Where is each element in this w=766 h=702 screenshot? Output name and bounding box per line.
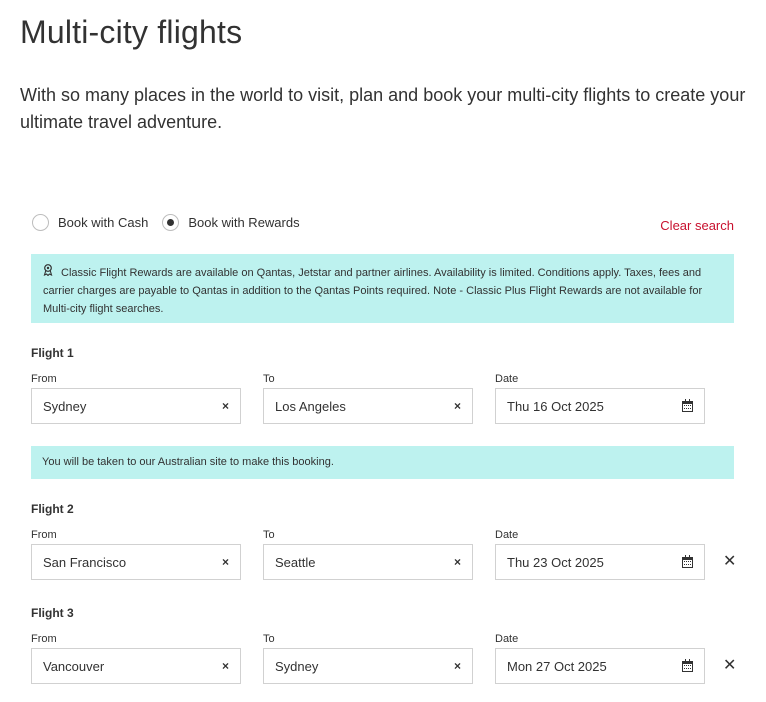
flight-2-date-field[interactable]: Thu 23 Oct 2025 [495,544,705,580]
clear-icon[interactable]: × [222,555,229,569]
book-with-cash-option[interactable]: Book with Cash [32,214,148,231]
flight-3-from-field[interactable]: Vancouver × [31,648,241,684]
flight-1-date-value: Thu 16 Oct 2025 [507,398,604,414]
clear-icon[interactable]: × [222,399,229,413]
calendar-icon[interactable] [682,658,693,672]
remove-flight-2-button[interactable]: ✕ [723,554,736,570]
flight-1-from-value: Sydney [43,398,87,414]
flight-2-to-value: Seattle [275,554,316,570]
flight-3-from-label: From [31,633,57,645]
flight-1-from-label: From [31,373,57,385]
flight-2-to-field[interactable]: Seattle × [263,544,473,580]
flight-3-to-label: To [263,633,275,645]
flight-2-from-field[interactable]: San Francisco × [31,544,241,580]
flight-2-from-value: San Francisco [43,554,127,570]
flight-3-to-value: Sydney [275,658,319,674]
book-with-rewards-label: Book with Rewards [188,215,300,230]
flight-3-date-label: Date [495,633,519,645]
flight-2-title: Flight 2 [31,502,74,516]
flight-3-from-value: Vancouver [43,658,105,674]
clear-icon[interactable]: × [454,555,461,569]
flight-2-date-value: Thu 23 Oct 2025 [507,554,604,570]
calendar-icon[interactable] [682,398,693,412]
flight-2-date-label: Date [495,529,519,541]
flight-3-title: Flight 3 [31,606,74,620]
book-with-rewards-option[interactable]: Book with Rewards [162,214,300,231]
flight-1-to-value: Los Angeles [275,398,346,414]
flight-1-to-label: To [263,373,275,385]
book-with-rewards-radio[interactable] [162,214,180,231]
flight-2-from-label: From [31,529,57,541]
booking-type-group: Book with Cash Book with Rewards [32,214,314,231]
page-intro: With so many places in the world to visi… [20,85,746,132]
site-notice: You will be taken to our Australian site… [31,446,734,479]
clear-icon[interactable]: × [222,659,229,673]
rewards-notice-text: Classic Flight Rewards are available on … [43,267,703,315]
clear-icon[interactable]: × [454,659,461,673]
flight-3-date-value: Mon 27 Oct 2025 [507,658,607,674]
clear-icon[interactable]: × [454,399,461,413]
flight-3-to-field[interactable]: Sydney × [263,648,473,684]
clear-search-link[interactable]: Clear search [660,218,734,233]
page-title: Multi-city flights [20,14,243,50]
calendar-icon[interactable] [682,554,693,568]
book-with-cash-radio[interactable] [32,214,49,231]
flight-2-to-label: To [263,529,275,541]
remove-flight-3-button[interactable]: ✕ [723,658,736,674]
award-ribbon-icon [43,264,57,282]
rewards-notice: Classic Flight Rewards are available on … [31,254,734,323]
flight-1-to-field[interactable]: Los Angeles × [263,388,473,424]
flight-1-title: Flight 1 [31,346,74,360]
flight-1-from-field[interactable]: Sydney × [31,388,241,424]
flight-1-date-label: Date [495,373,519,385]
flight-3-date-field[interactable]: Mon 27 Oct 2025 [495,648,705,684]
flight-1-date-field[interactable]: Thu 16 Oct 2025 [495,388,705,424]
book-with-cash-label: Book with Cash [58,215,149,230]
